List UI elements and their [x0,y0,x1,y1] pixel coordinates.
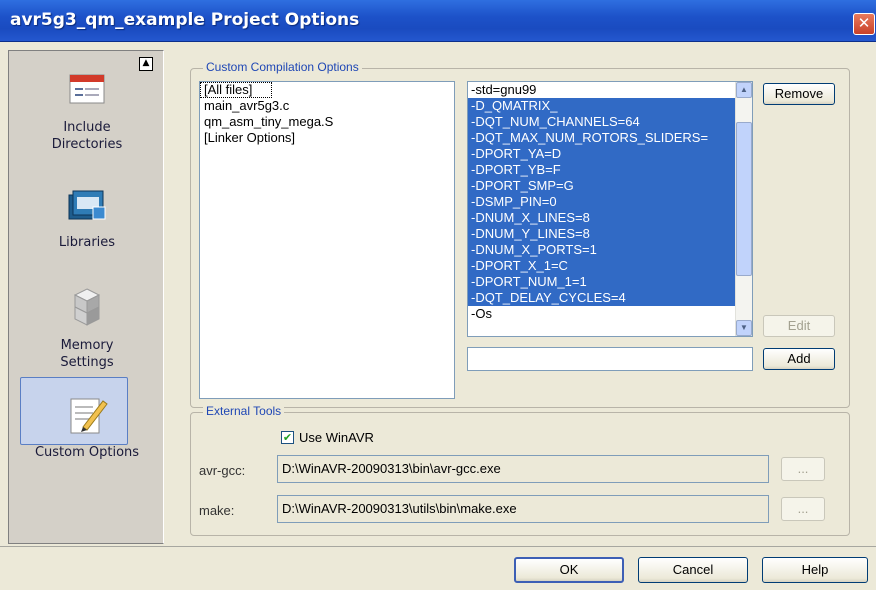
options-list-items: -std=gnu99 -D_QMATRIX_ -DQT_NUM_CHANNELS=6… [468,82,736,322]
remove-button[interactable]: Remove [763,83,835,105]
group-legend: External Tools [203,404,285,418]
sidebar-item-label: Include Directories [51,120,123,152]
list-item[interactable]: main_avr5g3.c [200,98,454,114]
avr-gcc-label: avr-gcc: [199,463,246,478]
list-item[interactable]: [Linker Options] [200,130,454,146]
include-directories-icon [69,74,105,104]
custom-compilation-group: Custom Compilation Options [All files] m… [190,60,850,408]
option-row[interactable]: -D_QMATRIX_ [468,98,736,114]
new-option-input[interactable] [467,347,753,371]
sidebar-item-label: Libraries [58,235,116,250]
memory-settings-icon [73,288,101,326]
option-row[interactable]: -DQT_DELAY_CYCLES=4 [468,290,736,306]
sidebar-item-libraries[interactable]: Libraries [9,181,165,250]
external-tools-group: External Tools ✔ Use WinAVR avr-gcc: D:\… [190,404,850,536]
edit-button[interactable]: Edit [763,315,835,337]
browse-avr-gcc-button[interactable]: ... [781,457,825,481]
sidebar-item-include-directories[interactable]: Include Directories [9,65,165,153]
footer-divider [0,546,876,547]
option-row[interactable]: -DNUM_X_PORTS=1 [468,242,736,258]
file-list[interactable]: [All files] main_avr5g3.c qm_asm_tiny_me… [199,81,455,399]
close-button[interactable]: ✕ [853,13,875,35]
option-row[interactable]: -DNUM_Y_LINES=8 [468,226,736,242]
options-list[interactable]: -std=gnu99 -D_QMATRIX_ -DQT_NUM_CHANNELS=6… [467,81,753,337]
help-button[interactable]: Help [762,557,868,583]
option-row[interactable]: -Os [468,306,736,322]
custom-options-icon [70,398,108,434]
scroll-down-icon[interactable]: ▼ [736,320,752,336]
option-row[interactable]: -DPORT_NUM_1=1 [468,274,736,290]
list-item[interactable]: qm_asm_tiny_mega.S [200,114,454,130]
option-row[interactable]: -DQT_MAX_NUM_ROTORS_SLIDERS= [468,130,736,146]
title-bar[interactable]: avr5g3_qm_example Project Options ✕ [0,0,876,42]
sidebar-item-label: Custom Options [34,445,140,460]
use-winavr-label: Use WinAVR [299,430,374,445]
cancel-button[interactable]: Cancel [638,557,748,583]
make-label: make: [199,503,235,518]
group-legend: Custom Compilation Options [203,60,362,74]
option-row[interactable]: -DNUM_X_LINES=8 [468,210,736,226]
option-row[interactable]: -DPORT_SMP=G [468,178,736,194]
sidebar-item-label: Memory Settings [60,338,114,370]
option-row[interactable]: -DPORT_YB=F [468,162,736,178]
list-item[interactable]: [All files] [200,82,272,98]
options-sidebar: ▲ Include Directories Libraries Memory S… [8,50,164,544]
options-scrollbar[interactable]: ▲ ▼ [735,82,752,336]
scroll-thumb[interactable] [736,122,752,276]
ok-button[interactable]: OK [514,557,624,583]
scroll-up-icon[interactable]: ▲ [736,82,752,98]
options-content: Custom Compilation Options [All files] m… [164,50,868,544]
use-winavr-checkbox[interactable]: ✔ [281,431,294,444]
option-row[interactable]: -std=gnu99 [468,82,736,98]
option-row[interactable]: -DPORT_X_1=C [468,258,736,274]
option-row[interactable]: -DPORT_YA=D [468,146,736,162]
option-row[interactable]: -DQT_NUM_CHANNELS=64 [468,114,736,130]
dialog-body: ▲ Include Directories Libraries Memory S… [0,42,876,590]
checkmark-icon: ✔ [282,431,293,444]
add-button[interactable]: Add [763,348,835,370]
sidebar-item-memory-settings[interactable]: Memory Settings [9,283,165,371]
option-row[interactable]: -DSMP_PIN=0 [468,194,736,210]
avr-gcc-path-field[interactable]: D:\WinAVR-20090313\bin\avr-gcc.exe [277,455,769,483]
libraries-icon [68,190,106,220]
make-path-field[interactable]: D:\WinAVR-20090313\utils\bin\make.exe [277,495,769,523]
window-title: avr5g3_qm_example Project Options [10,10,360,30]
browse-make-button[interactable]: ... [781,497,825,521]
close-icon: ✕ [857,14,871,32]
sidebar-item-custom-options[interactable]: Custom Options [9,377,165,460]
